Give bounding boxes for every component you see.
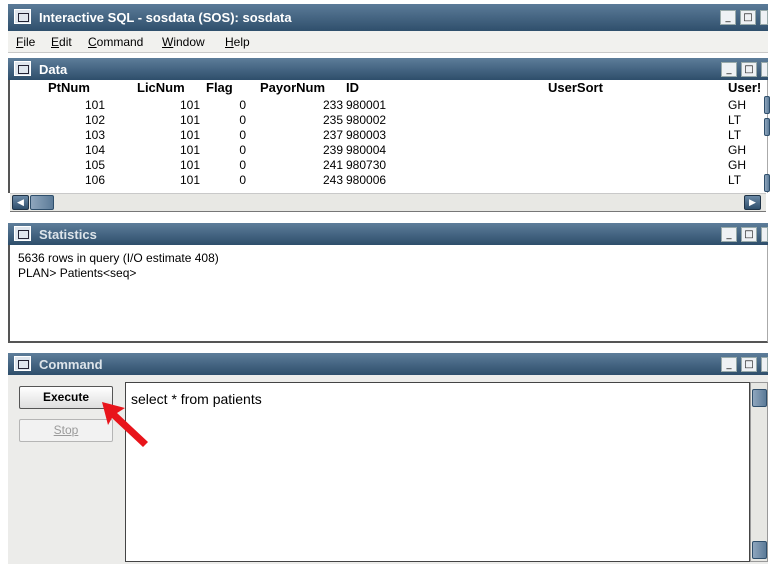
- command-minimize-icon[interactable]: _: [721, 357, 737, 372]
- menu-command[interactable]: Command: [88, 35, 143, 49]
- statistics-maximize-icon[interactable]: □: [741, 227, 757, 242]
- table-cell[interactable]: 101: [137, 143, 200, 157]
- data-pane-title: Data: [39, 62, 68, 77]
- command-window-menu-icon[interactable]: [14, 356, 31, 371]
- table-cell[interactable]: 0: [206, 113, 246, 127]
- table-cell[interactable]: 239: [260, 143, 343, 157]
- table-cell[interactable]: 980730: [346, 158, 426, 172]
- command-pane-title: Command: [39, 357, 103, 372]
- data-vscroll-thumb[interactable]: [764, 118, 770, 136]
- table-cell[interactable]: 101: [137, 128, 200, 142]
- column-header-licnum[interactable]: LicNum: [137, 80, 185, 95]
- statistics-line: PLAN> Patients<seq>: [18, 266, 137, 280]
- column-header-payornum[interactable]: PayorNum: [260, 80, 325, 95]
- menu-window[interactable]: Window: [162, 35, 205, 49]
- table-cell[interactable]: 980001: [346, 98, 426, 112]
- red-arrow-icon: [102, 402, 148, 447]
- statistics-line: 5636 rows in query (I/O estimate 408): [18, 251, 219, 265]
- table-cell[interactable]: 0: [206, 128, 246, 142]
- command-maximize-icon[interactable]: □: [741, 357, 757, 372]
- table-cell[interactable]: 101: [137, 158, 200, 172]
- table-cell[interactable]: 106: [48, 173, 105, 187]
- table-cell[interactable]: 233: [260, 98, 343, 112]
- table-cell[interactable]: 0: [206, 98, 246, 112]
- table-cell[interactable]: 980002: [346, 113, 426, 127]
- table-cell[interactable]: 0: [206, 158, 246, 172]
- table-cell[interactable]: 0: [206, 173, 246, 187]
- table-cell[interactable]: 237: [260, 128, 343, 142]
- scroll-left-icon[interactable]: ◀: [12, 195, 29, 210]
- window-menu-icon[interactable]: [14, 9, 31, 24]
- table-cell[interactable]: 980004: [346, 143, 426, 157]
- editor-vscrollbar[interactable]: [750, 382, 768, 562]
- data-close-icon[interactable]: [761, 62, 768, 77]
- data-hscroll-thumb[interactable]: [30, 195, 54, 210]
- statistics-output: 5636 rows in query (I/O estimate 408) PL…: [8, 245, 768, 343]
- table-cell[interactable]: 104: [48, 143, 105, 157]
- table-cell[interactable]: LT: [728, 113, 764, 127]
- table-cell[interactable]: 101: [137, 173, 200, 187]
- close-icon[interactable]: [760, 10, 768, 25]
- app-titlebar[interactable]: Interactive SQL - sosdata (SOS): sosdata…: [8, 4, 768, 31]
- statistics-pane-titlebar[interactable]: Statistics _ □: [8, 223, 768, 245]
- statistics-close-icon[interactable]: [761, 227, 768, 242]
- data-vscroll-up-icon[interactable]: [764, 96, 770, 114]
- statistics-window-menu-icon[interactable]: [14, 226, 31, 241]
- table-cell[interactable]: 102: [48, 113, 105, 127]
- statistics-minimize-icon[interactable]: _: [721, 227, 737, 242]
- column-header-id[interactable]: ID: [346, 80, 359, 95]
- menu-file[interactable]: File: [16, 35, 35, 49]
- column-header-flag[interactable]: Flag: [206, 80, 233, 95]
- maximize-icon[interactable]: □: [740, 10, 756, 25]
- data-window-menu-icon[interactable]: [14, 61, 31, 76]
- window-title: Interactive SQL - sosdata (SOS): sosdata: [39, 10, 292, 25]
- table-cell[interactable]: 0: [206, 143, 246, 157]
- table-cell[interactable]: GH: [728, 143, 764, 157]
- table-cell[interactable]: 235: [260, 113, 343, 127]
- table-cell[interactable]: 980003: [346, 128, 426, 142]
- scroll-right-icon[interactable]: ▶: [744, 195, 761, 210]
- table-cell[interactable]: 980006: [346, 173, 426, 187]
- table-cell[interactable]: 241: [260, 158, 343, 172]
- statistics-pane-title: Statistics: [39, 227, 97, 242]
- command-pane-titlebar[interactable]: Command _ □: [8, 353, 768, 375]
- table-cell[interactable]: GH: [728, 158, 764, 172]
- table-cell[interactable]: 243: [260, 173, 343, 187]
- column-header-usersort[interactable]: UserSort: [548, 80, 603, 95]
- minimize-icon[interactable]: _: [720, 10, 736, 25]
- editor-scroll-up-icon[interactable]: [752, 389, 767, 407]
- menu-help[interactable]: Help: [225, 35, 250, 49]
- data-hscrollbar[interactable]: ◀ ▶: [10, 193, 766, 212]
- table-cell[interactable]: LT: [728, 173, 764, 187]
- command-close-icon[interactable]: [761, 357, 768, 372]
- data-pane-titlebar[interactable]: Data _ □: [8, 58, 768, 80]
- column-header-user[interactable]: User!: [728, 80, 761, 95]
- data-grid[interactable]: PtNum LicNum Flag PayorNum ID UserSort U…: [8, 80, 770, 193]
- table-cell[interactable]: GH: [728, 98, 764, 112]
- editor-scroll-down-icon[interactable]: [752, 541, 767, 559]
- sql-editor[interactable]: select * from patients: [125, 382, 750, 562]
- table-cell[interactable]: 105: [48, 158, 105, 172]
- table-cell[interactable]: 101: [137, 98, 200, 112]
- data-vscroll-down-icon[interactable]: [764, 174, 770, 192]
- data-minimize-icon[interactable]: _: [721, 62, 737, 77]
- table-cell[interactable]: 103: [48, 128, 105, 142]
- data-maximize-icon[interactable]: □: [741, 62, 757, 77]
- menu-bar: File Edit Command Window Help: [8, 31, 768, 53]
- column-header-ptnum[interactable]: PtNum: [48, 80, 90, 95]
- table-cell[interactable]: 101: [48, 98, 105, 112]
- table-cell[interactable]: 101: [137, 113, 200, 127]
- table-cell[interactable]: LT: [728, 128, 764, 142]
- menu-edit[interactable]: Edit: [51, 35, 72, 49]
